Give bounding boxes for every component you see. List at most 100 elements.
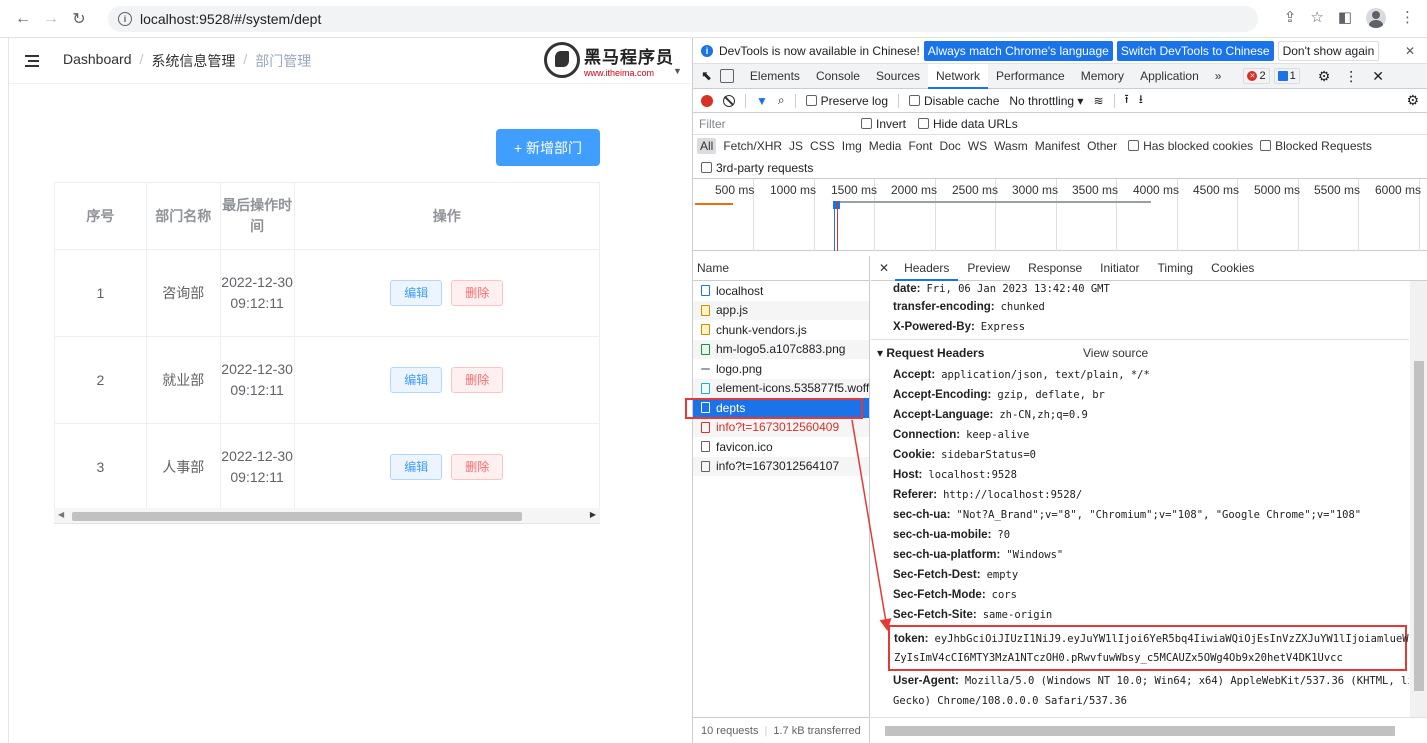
share-icon[interactable]: ⇪ <box>1284 8 1297 28</box>
bookmark-star-icon[interactable]: ☆ <box>1310 8 1323 28</box>
delete-button[interactable]: 删除 <box>451 454 504 480</box>
type-media[interactable]: Media <box>869 139 902 153</box>
switch-chinese-button[interactable]: Switch DevTools to Chinese <box>1116 40 1274 61</box>
column-header-name[interactable]: Name <box>693 256 869 281</box>
export-har-icon[interactable]: ⭳ <box>1139 90 1143 111</box>
type-js[interactable]: JS <box>789 139 803 153</box>
type-doc[interactable]: Doc <box>939 139 960 153</box>
tab-response[interactable]: Response <box>1019 256 1091 281</box>
request-row[interactable]: logo.png <box>693 359 869 379</box>
edit-button[interactable]: 编辑 <box>390 367 443 393</box>
view-source-link[interactable]: View source <box>1083 346 1148 360</box>
request-row[interactable]: hm-logo5.a107c883.png <box>693 339 869 359</box>
more-tabs-icon[interactable]: » <box>1207 64 1230 89</box>
tab-console[interactable]: Console <box>808 64 868 89</box>
hamburger-icon[interactable] <box>25 54 41 67</box>
request-row[interactable]: localhost <box>693 281 869 301</box>
tab-sources[interactable]: Sources <box>868 64 928 89</box>
scroll-left-icon[interactable]: ◀ <box>58 510 64 519</box>
tab-preview[interactable]: Preview <box>958 256 1019 281</box>
brand-logo[interactable]: 黑马程序员 www.itheima.com <box>544 42 674 78</box>
filter-funnel-icon[interactable]: ▼ <box>756 94 768 108</box>
message-badge[interactable]: 1 <box>1273 68 1300 84</box>
tab-initiator[interactable]: Initiator <box>1091 256 1148 281</box>
preserve-log-checkbox[interactable]: Preserve log <box>805 94 888 108</box>
scrollbar-thumb[interactable] <box>72 512 522 521</box>
device-toolbar-icon[interactable] <box>719 69 734 83</box>
profile-avatar[interactable] <box>1366 8 1386 28</box>
type-ws[interactable]: WS <box>968 139 987 153</box>
headers-horizontal-scrollbar[interactable] <box>871 717 1427 743</box>
token-header: token: eyJhbGciOiJIUzI1NiJ9.eyJuYW1lIjoi6… <box>894 632 1409 645</box>
request-headers-title[interactable]: ▾ Request Headers View source <box>871 339 1409 365</box>
type-all[interactable]: All <box>697 138 717 154</box>
forward-icon[interactable]: → <box>40 8 62 30</box>
table-horizontal-scrollbar[interactable]: ◀ ▶ <box>54 508 600 524</box>
edit-button[interactable]: 编辑 <box>390 280 443 306</box>
network-conditions-icon[interactable]: ≋ <box>1093 94 1103 108</box>
disable-cache-checkbox[interactable]: Disable cache <box>909 94 999 108</box>
type-css[interactable]: CSS <box>810 139 835 153</box>
blocked-requests-checkbox[interactable]: Blocked Requests <box>1260 139 1372 153</box>
close-icon[interactable]: ✕ <box>1405 44 1415 58</box>
request-row-depts[interactable]: depts <box>693 398 869 418</box>
request-row[interactable]: info?t=1673012564107 <box>693 456 869 476</box>
match-language-button[interactable]: Always match Chrome's language <box>923 40 1113 61</box>
address-bar[interactable]: i localhost:9528/#/system/dept <box>108 6 1258 32</box>
tab-memory[interactable]: Memory <box>1073 64 1132 89</box>
request-row[interactable]: app.js <box>693 300 869 320</box>
tab-timing[interactable]: Timing <box>1149 256 1203 281</box>
scroll-right-icon[interactable]: ▶ <box>590 510 596 519</box>
add-dept-button[interactable]: + 新增部门 <box>496 129 600 166</box>
third-party-checkbox[interactable]: 3rd-party requests <box>701 161 813 175</box>
request-row[interactable]: chunk-vendors.js <box>693 320 869 340</box>
image-icon <box>701 343 710 355</box>
type-manifest[interactable]: Manifest <box>1035 139 1080 153</box>
tab-elements[interactable]: Elements <box>742 64 808 89</box>
hide-data-urls-checkbox[interactable]: Hide data URLs <box>918 117 1018 131</box>
tab-performance[interactable]: Performance <box>988 64 1073 89</box>
type-img[interactable]: Img <box>842 139 862 153</box>
headers-vertical-scrollbar[interactable] <box>1410 281 1427 717</box>
dom-content-loaded-line <box>834 201 835 251</box>
caret-down-icon[interactable]: ▼ <box>673 66 682 76</box>
tab-headers[interactable]: Headers <box>895 256 959 281</box>
request-row[interactable]: element-icons.535877f5.woff <box>693 378 869 398</box>
type-wasm[interactable]: Wasm <box>994 139 1028 153</box>
filter-input[interactable]: Filter <box>699 117 849 131</box>
back-icon[interactable]: ← <box>12 8 34 30</box>
breadcrumb-dashboard[interactable]: Dashboard <box>63 51 132 71</box>
settings-gear-icon[interactable]: ⚙ <box>1318 68 1331 85</box>
devtools-close-icon[interactable]: ✕ <box>1372 68 1384 85</box>
network-timeline[interactable]: 500 ms 1000 ms 1500 ms 2000 ms 2500 ms 3… <box>693 179 1427 251</box>
import-har-icon[interactable]: ⭱ <box>1125 90 1129 111</box>
type-font[interactable]: Font <box>908 139 932 153</box>
request-row[interactable]: favicon.ico <box>693 437 869 457</box>
header-line: Accept-Encoding: gzip, deflate, br <box>893 389 1105 401</box>
tab-network[interactable]: Network <box>928 63 989 89</box>
type-fetch-xhr[interactable]: Fetch/XHR <box>723 139 782 153</box>
devtools-menu-icon[interactable]: ⋮ <box>1344 68 1358 85</box>
edit-button[interactable]: 编辑 <box>390 454 443 480</box>
close-detail-icon[interactable]: ✕ <box>879 261 889 275</box>
delete-button[interactable]: 删除 <box>451 367 504 393</box>
delete-button[interactable]: 删除 <box>451 280 504 306</box>
clear-icon[interactable] <box>723 94 735 107</box>
error-badge[interactable]: ✕ 2 <box>1243 68 1270 84</box>
dont-show-button[interactable]: Don't show again <box>1277 40 1380 61</box>
blocked-cookies-checkbox[interactable]: Has blocked cookies <box>1128 139 1253 153</box>
request-row[interactable]: info?t=1673012560409 <box>693 417 869 437</box>
throttling-select[interactable]: No throttling ▾ <box>1009 94 1083 108</box>
inspect-element-icon[interactable]: ⬉ <box>701 68 712 84</box>
invert-checkbox[interactable]: Invert <box>861 117 906 131</box>
search-icon[interactable]: ⌕ <box>778 93 785 108</box>
tab-cookies[interactable]: Cookies <box>1202 256 1263 281</box>
chrome-menu-icon[interactable]: ⋮ <box>1400 8 1415 28</box>
record-icon[interactable] <box>701 94 713 107</box>
network-settings-icon[interactable]: ⚙ <box>1406 92 1419 109</box>
type-other[interactable]: Other <box>1087 139 1117 153</box>
side-panel-icon[interactable]: ◧ <box>1338 8 1352 28</box>
site-info-icon[interactable]: i <box>118 12 132 26</box>
tab-application[interactable]: Application <box>1132 64 1207 89</box>
reload-icon[interactable]: ↻ <box>68 8 90 30</box>
